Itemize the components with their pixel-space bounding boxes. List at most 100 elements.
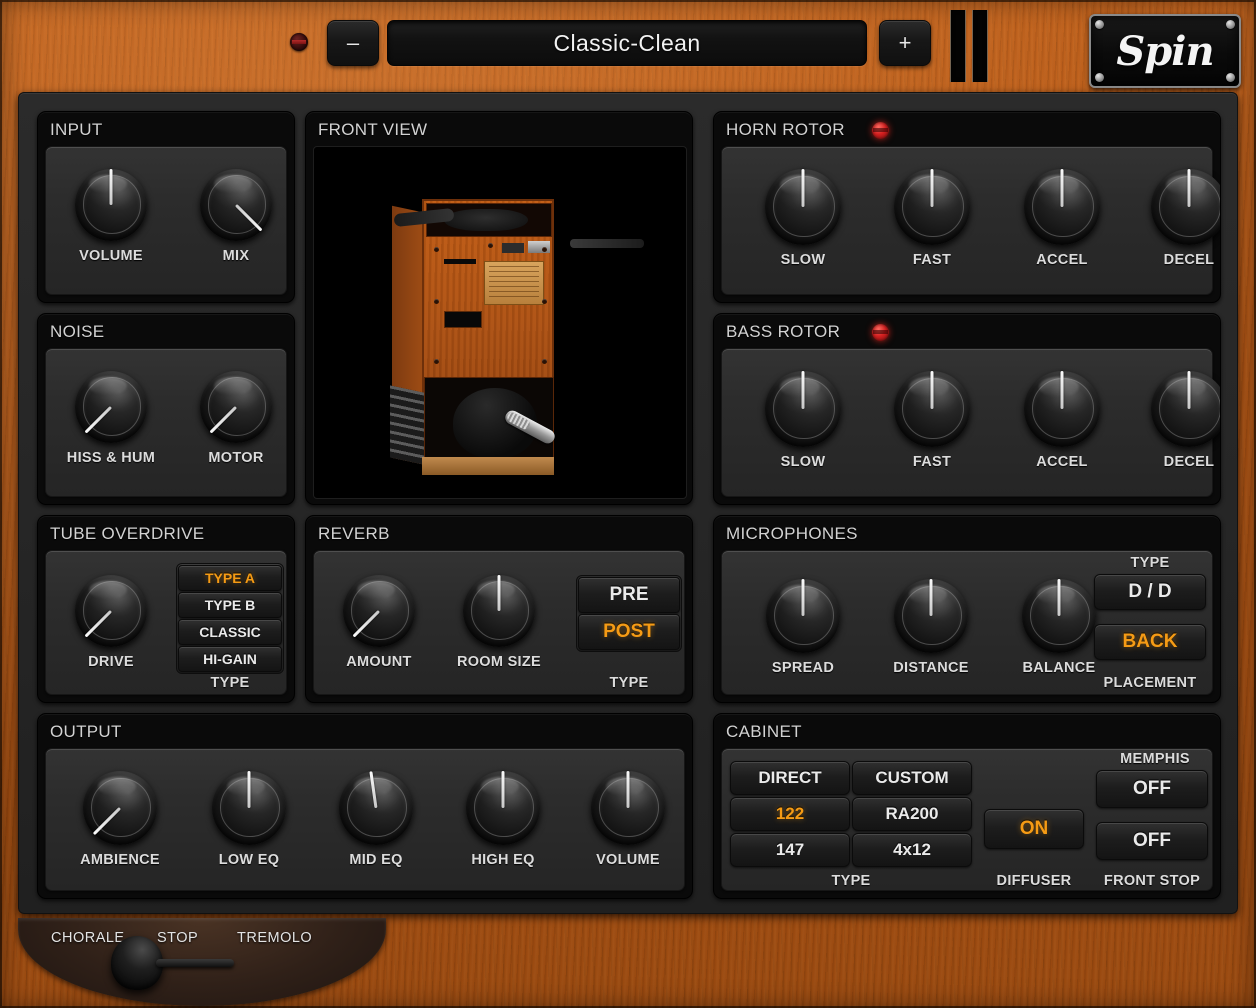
knob-horn-decel[interactable]: DECEL (1126, 169, 1220, 268)
knob-horn-slow[interactable]: SLOW (740, 169, 866, 268)
knob-pointer (109, 169, 113, 205)
header-bar: – Classic-Clean + Spin (0, 0, 1256, 92)
speed-switch-arm[interactable] (156, 959, 234, 967)
tube-type-selector: TYPE A TYPE B CLASSIC HI-GAIN (176, 563, 284, 674)
knob-label: SPREAD (771, 660, 835, 676)
panel-title-output: OUTPUT (50, 722, 122, 741)
next-preset-button[interactable]: + (879, 20, 931, 66)
knob-pointer (92, 806, 122, 836)
main-board: INPUT VOLUME MIX NOISE HISS & HUM MOTOR … (18, 92, 1238, 914)
panel-title-bass-rotor: BASS ROTOR (726, 322, 841, 341)
knob-pointer (930, 371, 934, 409)
cabinet-diffuser-button[interactable]: ON (984, 809, 1084, 849)
knob-output-mid-eq[interactable]: MID EQ (312, 771, 440, 868)
knob-pointer (929, 579, 933, 616)
knob-output-ambience[interactable]: AMBIENCE (56, 771, 184, 868)
knob-horn-accel[interactable]: ACCEL (999, 169, 1125, 268)
level-meter-right (972, 10, 988, 82)
knob-pointer (84, 609, 113, 638)
knob-noise-hiss-hum[interactable]: HISS & HUM (56, 371, 166, 466)
panel-title-horn-rotor: HORN ROTOR (726, 120, 845, 139)
knob-horn-fast[interactable]: FAST (869, 169, 995, 268)
knob-noise-motor[interactable]: MOTOR (186, 371, 286, 466)
cabinet-type-group-label: TYPE (831, 873, 871, 889)
knob-mic-distance[interactable]: DISTANCE (868, 579, 994, 676)
speed-label-tremolo: TREMOLO (237, 930, 313, 946)
preset-name-display[interactable]: Classic-Clean (387, 20, 867, 66)
knob-tube-drive[interactable]: DRIVE (56, 575, 166, 670)
knob-label: DECEL (1163, 454, 1215, 470)
cabinet-type-option-ra200[interactable]: RA200 (852, 797, 972, 831)
knob-label: BALANCE (1022, 660, 1096, 676)
reverb-type-option-post[interactable]: POST (578, 614, 680, 650)
knob-label: DECEL (1163, 252, 1215, 268)
microphones-type-button[interactable]: D / D (1094, 574, 1206, 610)
knob-label: VOLUME (79, 248, 143, 264)
knob-output-low-eq[interactable]: LOW EQ (185, 771, 313, 868)
cabinet-memphis-label: MEMPHIS (1120, 751, 1190, 767)
cabinet-type-option-122[interactable]: 122 (730, 797, 850, 831)
panel-front-view: FRONT VIEW (305, 111, 693, 505)
knob-pointer (801, 371, 805, 409)
speed-switch-plate: CHORALE STOP TREMOLO (18, 918, 386, 1006)
power-led-icon[interactable] (290, 33, 308, 51)
knob-reverb-amount[interactable]: AMOUNT (324, 575, 434, 670)
knob-label: AMBIENCE (80, 852, 160, 868)
knob-mic-spread[interactable]: SPREAD (740, 579, 866, 676)
tube-type-option-type-b[interactable]: TYPE B (178, 592, 282, 618)
tube-type-option-type-a[interactable]: TYPE A (178, 565, 282, 591)
level-meter-left (950, 10, 966, 82)
cabinet-front-stop-button[interactable]: OFF (1096, 822, 1208, 860)
knob-label: HIGH EQ (471, 852, 535, 868)
knob-label: ACCEL (1036, 252, 1088, 268)
panel-input: INPUT VOLUME MIX (37, 111, 295, 303)
knob-reverb-room-size[interactable]: ROOM SIZE (439, 575, 559, 670)
knob-bass-slow[interactable]: SLOW (740, 371, 866, 470)
panel-tube-overdrive: TUBE OVERDRIVE DRIVE TYPE A TYPE B CLASS… (37, 515, 295, 703)
cabinet-memphis-button[interactable]: OFF (1096, 770, 1208, 808)
knob-pointer (247, 771, 251, 808)
bass-rotor-led-icon[interactable] (872, 324, 889, 341)
knob-label: HISS & HUM (66, 450, 156, 466)
reverb-type-selector: PRE POST (576, 575, 682, 652)
panel-noise: NOISE HISS & HUM MOTOR (37, 313, 295, 505)
panel-cabinet: CABINET DIRECT CUSTOM 122 RA200 147 4x12… (713, 713, 1221, 899)
tube-type-option-classic[interactable]: CLASSIC (178, 619, 282, 645)
knob-output-high-eq[interactable]: HIGH EQ (439, 771, 567, 868)
knob-label: MID EQ (349, 852, 403, 868)
panel-title-reverb: REVERB (318, 524, 390, 543)
cabinet-type-option-147[interactable]: 147 (730, 833, 850, 867)
speed-label-chorale: CHORALE (51, 930, 125, 946)
knob-pointer (209, 405, 238, 434)
cabinet-type-option-4x12[interactable]: 4x12 (852, 833, 972, 867)
horn-rotor-led-icon[interactable] (872, 122, 889, 139)
knob-label: MOTOR (208, 450, 264, 466)
knob-input-mix[interactable]: MIX (189, 169, 283, 264)
cabinet-type-option-direct[interactable]: DIRECT (730, 761, 850, 795)
knob-input-volume[interactable]: VOLUME (64, 169, 158, 264)
reverb-type-option-pre[interactable]: PRE (578, 577, 680, 613)
knob-pointer (1060, 169, 1064, 207)
knob-pointer (84, 405, 113, 434)
previous-preset-button[interactable]: – (327, 20, 379, 66)
knob-pointer (1187, 169, 1191, 207)
knob-bass-decel[interactable]: DECEL (1126, 371, 1220, 470)
tube-type-option-hi-gain[interactable]: HI-GAIN (178, 646, 282, 672)
knob-bass-fast[interactable]: FAST (869, 371, 995, 470)
knob-label: DISTANCE (893, 660, 969, 676)
knob-output-volume[interactable]: VOLUME (564, 771, 692, 868)
knob-pointer (801, 169, 805, 207)
knob-bass-accel[interactable]: ACCEL (999, 371, 1125, 470)
microphones-type-label: TYPE (1130, 555, 1170, 571)
panel-title-input: INPUT (50, 120, 103, 139)
knob-pointer (352, 609, 381, 638)
cabinet-front-stop-label: FRONT STOP (1103, 873, 1201, 889)
panel-title-tube-overdrive: TUBE OVERDRIVE (50, 524, 205, 543)
panel-reverb: REVERB AMOUNT ROOM SIZE PRE POST TYPE (305, 515, 693, 703)
cabinet-type-option-custom[interactable]: CUSTOM (852, 761, 972, 795)
plugin-window: – Classic-Clean + Spin INPUT VOLUME MIX … (0, 0, 1256, 1008)
panel-title-cabinet: CABINET (726, 722, 802, 741)
knob-label: MIX (222, 248, 250, 264)
microphones-placement-button[interactable]: BACK (1094, 624, 1206, 660)
tube-type-group-label: TYPE (210, 675, 250, 691)
